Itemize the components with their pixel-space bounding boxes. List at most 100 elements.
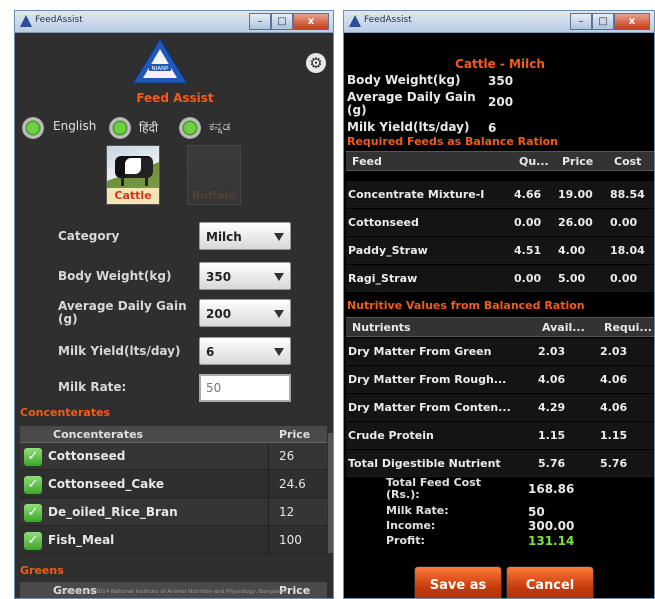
animal-option-cattle[interactable]: Cattle	[106, 145, 160, 205]
language-radio-kannada[interactable]	[179, 117, 201, 139]
list-item[interactable]: ✓ Cottonseed_Cake 24.6	[20, 471, 327, 498]
animal-label-cattle: Cattle	[107, 188, 159, 204]
feed-quantity: 0.00	[514, 216, 542, 229]
minimize-button[interactable]: –	[570, 13, 592, 30]
milk-rate-label: Milk Rate:	[386, 504, 449, 517]
window-title: FeedAssist	[364, 15, 412, 25]
nutrient-available: 4.29	[538, 401, 566, 414]
column-header-price[interactable]: Price	[562, 155, 593, 168]
body-weight-value: 350	[488, 74, 514, 88]
feed-name: Concentrate Mixture-I	[348, 188, 485, 201]
close-button[interactable]: x	[293, 13, 329, 30]
nutrient-required: 1.15	[600, 429, 628, 442]
column-header-available[interactable]: Avail...	[542, 321, 585, 334]
nutrient-available: 4.06	[538, 373, 566, 386]
column-header-price[interactable]: Price	[279, 428, 310, 441]
dropdown-arrow-icon	[274, 273, 284, 281]
category-value: Milch	[206, 230, 242, 244]
table-row[interactable]: Ragi_Straw 0.00 5.00 0.00	[346, 265, 654, 292]
maximize-button[interactable]: □	[592, 13, 614, 30]
nutrient-name: Crude Protein	[348, 429, 434, 442]
column-divider	[268, 443, 269, 555]
list-item[interactable]: ✓ Fish_Meal 100	[20, 527, 327, 554]
column-header-feed[interactable]: Feed	[352, 155, 382, 168]
close-button[interactable]: x	[614, 13, 650, 30]
feedassist-result-window: FeedAssist – □ x Cattle - Milch Body Wei…	[343, 10, 655, 599]
adg-label: Average Daily Gain (g)	[58, 299, 187, 326]
column-header-quantity[interactable]: Qu...	[519, 155, 549, 168]
concentrate-price: 100	[279, 533, 302, 547]
result-panel: Cattle - Milch Body Weight(kg) 350 Avera…	[344, 33, 654, 598]
body-weight-select[interactable]: 350	[199, 262, 291, 290]
income-label: Income:	[386, 519, 436, 532]
body-weight-value: 350	[206, 270, 232, 284]
settings-gear-icon[interactable]: ⚙	[306, 53, 326, 73]
table-row[interactable]: Total Digestible Nutrient 5.76 5.76	[346, 450, 654, 477]
column-header-cost[interactable]: Cost	[614, 155, 641, 168]
list-item[interactable]: ✓ Cottonseed 26	[20, 443, 327, 470]
window-controls: – □ x	[249, 13, 329, 30]
milk-rate-input[interactable]: 50	[199, 374, 291, 402]
maximize-button[interactable]: □	[271, 13, 293, 30]
adg-label: Average Daily Gain (g)	[347, 90, 476, 117]
table-row[interactable]: Dry Matter From Green 2.03 2.03	[346, 338, 654, 365]
language-radio-english[interactable]	[22, 117, 44, 139]
nutrient-required: 4.06	[600, 401, 628, 414]
cow-image	[115, 156, 153, 178]
total-feed-cost-value: 168.86	[528, 482, 575, 496]
total-feed-cost-label: Total Feed Cost (Rs.):	[386, 476, 482, 501]
table-row[interactable]: Concentrate Mixture-I 4.66 19.00 88.54	[346, 181, 654, 208]
title-bar: FeedAssist – □ x	[15, 11, 333, 33]
concentrate-name: De_oiled_Rice_Bran	[48, 505, 178, 519]
table-row[interactable]: Paddy_Straw 4.51 4.00 18.04	[346, 237, 654, 264]
feed-cost: 88.54	[610, 188, 645, 201]
feed-price: 5.00	[558, 272, 586, 285]
nutrient-name: Dry Matter From Green	[348, 345, 492, 358]
language-radio-hindi[interactable]	[109, 117, 131, 139]
column-header-concentrates[interactable]: Concenterates	[53, 428, 143, 441]
milk-yield-value: 6	[488, 121, 497, 135]
adg-select[interactable]: 200	[199, 299, 291, 327]
feed-name: Ragi_Straw	[348, 272, 418, 285]
column-header-nutrients[interactable]: Nutrients	[352, 321, 411, 334]
save-as-button[interactable]: Save as	[414, 566, 502, 598]
nutrient-name: Dry Matter From Conten...	[348, 401, 511, 414]
check-icon[interactable]: ✓	[24, 532, 42, 550]
nutrients-table-header: Nutrients Avail... Requi...	[346, 317, 654, 337]
app-icon	[20, 15, 32, 27]
dropdown-arrow-icon	[274, 233, 284, 241]
table-row[interactable]: Crude Protein 1.15 1.15	[346, 422, 654, 449]
feed-quantity: 0.00	[514, 272, 542, 285]
check-icon[interactable]: ✓	[24, 448, 42, 466]
milk-yield-select[interactable]: 6	[199, 337, 291, 365]
income-value: 300.00	[528, 519, 575, 533]
dropdown-arrow-icon	[274, 310, 284, 318]
column-header-required[interactable]: Requi...	[604, 321, 652, 334]
minimize-button[interactable]: –	[249, 13, 271, 30]
scrollbar[interactable]	[328, 433, 333, 553]
language-label-hindi: हिंदी	[139, 121, 158, 135]
check-icon[interactable]: ✓	[24, 476, 42, 494]
category-select[interactable]: Milch	[199, 222, 291, 250]
table-row[interactable]: Dry Matter From Conten... 4.29 4.06	[346, 394, 654, 421]
table-row[interactable]: Dry Matter From Rough... 4.06 4.06	[346, 366, 654, 393]
concentrate-name: Cottonseed_Cake	[48, 477, 165, 491]
milk-yield-value: 6	[206, 345, 215, 359]
list-item[interactable]: ✓ De_oiled_Rice_Bran 12	[20, 499, 327, 526]
concentrate-name: Cottonseed	[48, 449, 126, 463]
dropdown-arrow-icon	[274, 348, 284, 356]
profit-value: 131.14	[528, 534, 575, 548]
table-row[interactable]: Cottonseed 0.00 26.00 0.00	[346, 209, 654, 236]
language-label-kannada: ಕನ್ನಡ	[209, 119, 231, 133]
profit-label: Profit:	[386, 534, 425, 547]
cancel-button[interactable]: Cancel	[506, 566, 594, 598]
feed-price: 4.00	[558, 244, 586, 257]
feed-cost: 18.04	[610, 244, 645, 257]
adg-value: 200	[488, 95, 514, 109]
milk-yield-label: Milk Yield(lts/day)	[347, 120, 470, 134]
check-icon[interactable]: ✓	[24, 504, 42, 522]
window-title: FeedAssist	[35, 15, 83, 25]
animal-option-buffalo[interactable]: Buffalo	[187, 145, 241, 205]
nutrient-available: 1.15	[538, 429, 566, 442]
copyright-footer: Copyright © 2014 National Institute of A…	[59, 589, 289, 595]
